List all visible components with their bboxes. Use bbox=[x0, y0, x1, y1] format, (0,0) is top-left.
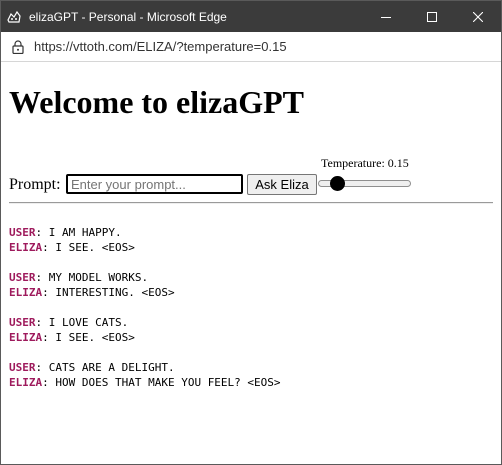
conversation-log: USER: I AM HAPPY. ELIZA: I SEE. <EOS> USER… bbox=[9, 225, 281, 405]
eliza-speaker-label: ELIZA bbox=[9, 286, 43, 299]
user-message-text: : MY MODEL WORKS. bbox=[35, 271, 149, 284]
user-message: USER: CATS ARE A DELIGHT. bbox=[9, 360, 281, 375]
user-message: USER: I LOVE CATS. bbox=[9, 315, 281, 330]
browser-window: elizaGPT - Personal - Microsoft Edge htt… bbox=[0, 0, 502, 465]
eliza-message: ELIZA: HOW DOES THAT MAKE YOU FEEL? <EOS… bbox=[9, 375, 281, 390]
slider-thumb[interactable] bbox=[330, 176, 346, 191]
close-icon bbox=[473, 11, 483, 22]
temperature-slider[interactable] bbox=[314, 175, 411, 191]
user-message-text: : CATS ARE A DELIGHT. bbox=[35, 361, 175, 374]
lock-icon[interactable] bbox=[12, 39, 24, 54]
exchange: USER: CATS ARE A DELIGHT. ELIZA: HOW DOES… bbox=[9, 360, 281, 390]
eliza-speaker-label: ELIZA bbox=[9, 241, 43, 254]
user-message-text: : I LOVE CATS. bbox=[35, 316, 129, 329]
eliza-message-text: : HOW DOES THAT MAKE YOU FEEL? <EOS> bbox=[42, 376, 281, 389]
user-message: USER: MY MODEL WORKS. bbox=[9, 270, 281, 285]
eliza-message: ELIZA: INTERESTING. <EOS> bbox=[9, 285, 281, 300]
maximize-icon bbox=[427, 11, 437, 22]
exchange: USER: MY MODEL WORKS. ELIZA: INTERESTING.… bbox=[9, 270, 281, 300]
temperature-label: Temperature: 0.15 bbox=[321, 156, 409, 170]
close-button[interactable] bbox=[455, 1, 501, 32]
address-bar[interactable]: https://vttoth.com/ELIZA/?temperature=0.… bbox=[1, 32, 501, 62]
prompt-label: Prompt: bbox=[9, 176, 61, 193]
url-text[interactable]: https://vttoth.com/ELIZA/?temperature=0.… bbox=[34, 39, 287, 54]
prompt-form: Prompt: Ask Eliza bbox=[9, 174, 489, 198]
user-message: USER: I AM HAPPY. bbox=[9, 225, 281, 240]
eliza-message: ELIZA: I SEE. <EOS> bbox=[9, 330, 281, 345]
page-title: Welcome to elizaGPT bbox=[9, 84, 305, 120]
eliza-message-text: : I SEE. <EOS> bbox=[42, 241, 135, 254]
ask-eliza-button[interactable]: Ask Eliza bbox=[247, 174, 317, 195]
prompt-input[interactable] bbox=[66, 174, 243, 194]
exchange: USER: I AM HAPPY. ELIZA: I SEE. <EOS> bbox=[9, 225, 281, 255]
user-speaker-label: USER bbox=[9, 226, 36, 239]
eliza-speaker-label: ELIZA bbox=[9, 331, 43, 344]
window-controls bbox=[363, 1, 501, 32]
maximize-button[interactable] bbox=[409, 1, 455, 32]
user-speaker-label: USER bbox=[9, 316, 36, 329]
user-speaker-label: USER bbox=[9, 271, 36, 284]
minimize-icon bbox=[381, 16, 391, 18]
eliza-speaker-label: ELIZA bbox=[9, 376, 43, 389]
eliza-message: ELIZA: I SEE. <EOS> bbox=[9, 240, 281, 255]
page-content: Welcome to elizaGPT Temperature: 0.15 Pr… bbox=[1, 62, 501, 464]
user-speaker-label: USER bbox=[9, 361, 36, 374]
eliza-message-text: : I SEE. <EOS> bbox=[42, 331, 135, 344]
exchange: USER: I LOVE CATS. ELIZA: I SEE. <EOS> bbox=[9, 315, 281, 345]
divider bbox=[9, 202, 493, 204]
window-title: elizaGPT - Personal - Microsoft Edge bbox=[29, 9, 227, 24]
app-icon bbox=[7, 10, 21, 24]
user-message-text: : I AM HAPPY. bbox=[35, 226, 122, 239]
minimize-button[interactable] bbox=[363, 1, 409, 32]
title-bar[interactable]: elizaGPT - Personal - Microsoft Edge bbox=[1, 1, 501, 32]
eliza-message-text: : INTERESTING. <EOS> bbox=[42, 286, 175, 299]
